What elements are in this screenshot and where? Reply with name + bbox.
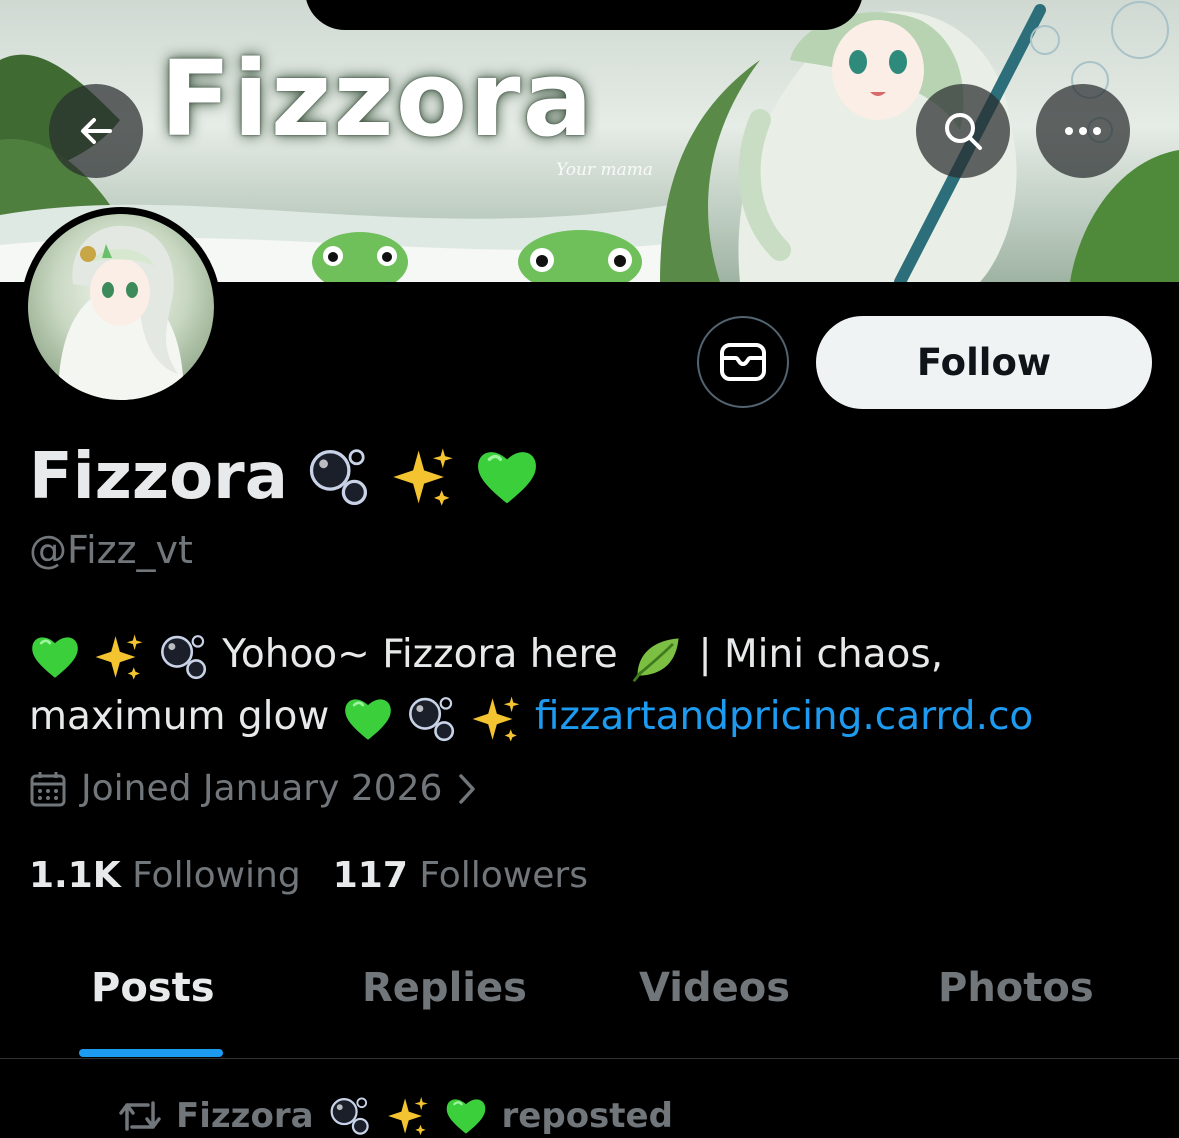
avatar-image bbox=[28, 214, 214, 400]
sparkles-icon bbox=[470, 693, 522, 745]
repost-header: Fizzora reposted bbox=[118, 1094, 673, 1138]
display-name: Fizzora bbox=[29, 440, 288, 514]
mail-icon bbox=[720, 343, 766, 381]
back-button[interactable] bbox=[49, 84, 143, 178]
chevron-right-icon bbox=[459, 773, 476, 804]
sparkles-icon bbox=[93, 631, 145, 683]
bubbles-icon bbox=[406, 693, 458, 745]
arrow-left-icon bbox=[81, 118, 112, 144]
sparkles-icon bbox=[390, 444, 456, 510]
sparkles-icon bbox=[386, 1094, 430, 1138]
following-stat[interactable]: 1.1K Following bbox=[29, 855, 301, 896]
calendar-icon bbox=[30, 771, 66, 806]
follow-button[interactable]: Follow bbox=[816, 316, 1152, 409]
more-options-button[interactable] bbox=[1036, 84, 1130, 178]
message-button[interactable] bbox=[697, 316, 789, 408]
green-heart-icon bbox=[342, 693, 394, 745]
leaf-icon bbox=[630, 629, 686, 685]
bubbles-icon bbox=[306, 444, 372, 510]
device-notch bbox=[305, 0, 863, 30]
followers-count: 117 bbox=[332, 855, 408, 896]
tab-posts[interactable]: Posts bbox=[91, 965, 215, 1011]
bio: Yohoo~ Fizzora here | Mini chaos, maximu… bbox=[29, 624, 1149, 748]
banner-logo-text: Fizzora bbox=[160, 38, 595, 160]
bio-text: Yohoo~ Fizzora here bbox=[222, 632, 618, 677]
display-name-row: Fizzora bbox=[29, 440, 540, 514]
bubbles-icon bbox=[328, 1094, 372, 1138]
bio-line-1: Yohoo~ Fizzora here | Mini chaos, bbox=[29, 624, 1149, 686]
following-label: Following bbox=[132, 855, 301, 896]
search-button[interactable] bbox=[916, 84, 1010, 178]
bio-text: | Mini chaos, bbox=[698, 632, 944, 677]
bio-text: maximum glow bbox=[29, 694, 330, 739]
tab-videos[interactable]: Videos bbox=[639, 965, 790, 1011]
green-heart-icon bbox=[29, 631, 81, 683]
green-heart-icon bbox=[474, 444, 540, 510]
repost-label: reposted bbox=[501, 1096, 673, 1136]
follow-stats: 1.1K Following 117 Followers bbox=[29, 855, 588, 896]
user-handle: @Fizz_vt bbox=[29, 528, 193, 572]
tab-replies[interactable]: Replies bbox=[362, 965, 527, 1011]
joined-date: Joined January 2026 bbox=[81, 768, 443, 809]
avatar[interactable] bbox=[21, 207, 221, 407]
following-count: 1.1K bbox=[29, 855, 121, 896]
bio-link[interactable]: fizzartandpricing.carrd.co bbox=[535, 694, 1033, 739]
repost-icon bbox=[119, 1101, 161, 1131]
tab-photos[interactable]: Photos bbox=[938, 965, 1094, 1011]
repost-name[interactable]: Fizzora bbox=[176, 1096, 314, 1136]
active-tab-indicator bbox=[79, 1049, 223, 1057]
followers-stat[interactable]: 117 Followers bbox=[333, 855, 588, 896]
banner-signature: Your mama bbox=[556, 160, 653, 180]
followers-label: Followers bbox=[419, 855, 588, 896]
bubbles-icon bbox=[158, 631, 210, 683]
search-icon bbox=[945, 113, 982, 150]
bio-line-2: maximum glow fizzartandpricing.carrd.co bbox=[29, 686, 1149, 748]
green-heart-icon bbox=[444, 1094, 488, 1138]
joined-row[interactable]: Joined January 2026 bbox=[29, 768, 478, 809]
more-icon bbox=[1065, 127, 1101, 135]
tabs-divider bbox=[0, 1058, 1179, 1059]
